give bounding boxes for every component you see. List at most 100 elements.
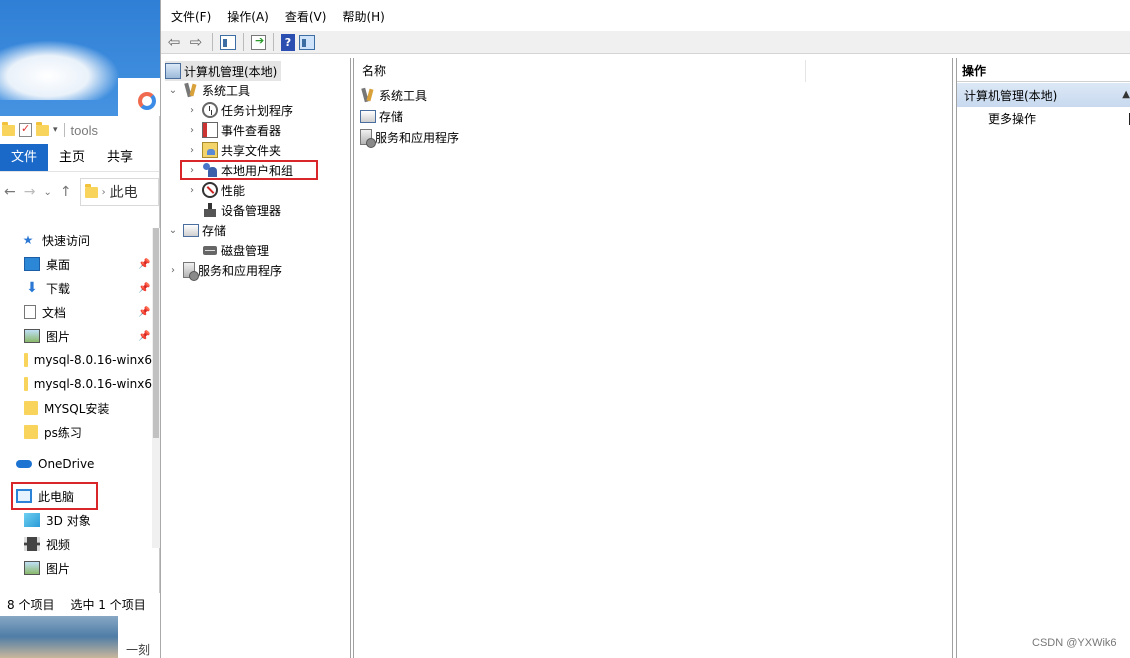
nav-item-folder[interactable]: ps练习 <box>0 420 152 444</box>
chevron-right-icon[interactable]: › <box>186 105 198 116</box>
chevron-right-icon[interactable]: › <box>186 145 198 156</box>
explorer-title: tools <box>70 122 98 138</box>
pin-icon[interactable]: 📌 <box>138 259 150 270</box>
nav-item-folder[interactable]: mysql-8.0.16-winx6 <box>0 372 152 396</box>
nav-onedrive[interactable]: OneDrive <box>0 452 152 476</box>
tools-icon <box>360 87 376 103</box>
chevron-right-icon[interactable]: › <box>186 125 198 136</box>
ribbon-tab-home[interactable]: 主页 <box>48 144 96 171</box>
services-icon <box>360 129 376 148</box>
nav-label: ps练习 <box>44 425 82 440</box>
action-more-actions[interactable]: 更多操作 <box>988 110 1036 128</box>
list-item-storage[interactable]: 存储 <box>360 106 403 126</box>
nav-quick-access[interactable]: ★ 快速访问 <box>0 228 152 252</box>
up-arrow-icon[interactable]: ↑ <box>60 184 72 200</box>
recent-locations-icon[interactable]: ⌄ <box>43 187 51 198</box>
export-list-icon[interactable] <box>251 34 266 50</box>
computer-management-icon <box>165 63 181 79</box>
nav-item-videos[interactable]: 视频 <box>0 532 152 556</box>
list-item-services-apps[interactable]: 服务和应用程序 <box>360 127 460 148</box>
address-text: 此电 <box>109 185 138 201</box>
tree-item-event-viewer[interactable]: › 事件查看器 <box>186 120 281 140</box>
list-item-system-tools[interactable]: 系统工具 <box>360 85 427 105</box>
tree-item-shared-folders[interactable]: › 共享文件夹 <box>186 140 281 160</box>
chevron-down-icon[interactable]: ▾ <box>53 125 58 135</box>
tree-label: 系统工具 <box>202 83 251 98</box>
chevron-right-icon[interactable]: › <box>186 185 198 196</box>
pin-icon[interactable]: 📌 <box>138 307 150 318</box>
actions-section-computer-management[interactable]: 计算机管理(本地) ▲ <box>957 83 1130 107</box>
forward-arrow-icon[interactable]: → <box>24 184 36 200</box>
ribbon-tab-share[interactable]: 共享 <box>96 144 144 171</box>
toolbar-divider <box>243 33 244 51</box>
show-hide-tree-icon[interactable] <box>220 34 236 50</box>
ribbon-tab-file[interactable]: 文件 <box>0 144 49 171</box>
nav-label: 3D 对象 <box>46 513 91 528</box>
list-item-label: 存储 <box>379 109 404 124</box>
menu-view[interactable]: 查看(V) <box>285 6 327 27</box>
menu-help[interactable]: 帮助(H) <box>342 6 384 27</box>
status-item-count: 8 个项目 <box>7 598 55 612</box>
chevron-down-icon[interactable]: ⌄ <box>167 85 179 96</box>
onedrive-cloud-icon <box>16 460 32 468</box>
show-hide-action-pane-icon[interactable] <box>299 34 315 50</box>
desktop-app-logo-icon[interactable] <box>138 92 156 110</box>
menu-file[interactable]: 文件(F) <box>171 6 211 27</box>
properties-icon[interactable] <box>19 122 32 137</box>
pin-icon[interactable]: 📌 <box>138 283 150 294</box>
nav-item-pictures[interactable]: 图片 📌 <box>0 324 152 348</box>
nav-item-pictures[interactable]: 图片 <box>0 556 152 580</box>
folder-icon[interactable] <box>2 121 15 136</box>
help-icon[interactable]: ? <box>281 33 295 51</box>
desktop-icon <box>24 257 40 271</box>
back-arrow-icon[interactable]: ← <box>4 184 16 200</box>
scrollbar-thumb[interactable] <box>153 228 159 438</box>
nav-item-desktop[interactable]: 桌面 📌 <box>0 252 152 276</box>
column-header-name[interactable]: 名称 <box>354 60 806 82</box>
event-log-icon <box>202 122 218 138</box>
address-bar[interactable]: › 此电 <box>79 178 159 206</box>
tree-label: 性能 <box>221 183 246 198</box>
collapse-triangle-icon[interactable]: ▲ <box>1122 89 1130 100</box>
list-item-label: 系统工具 <box>379 88 428 103</box>
menu-action[interactable]: 操作(A) <box>227 6 269 27</box>
watermark: CSDN @YXWik6 <box>1032 637 1117 649</box>
highlight-box-this-pc <box>11 482 98 510</box>
list-item-label: 服务和应用程序 <box>375 130 460 145</box>
nav-item-3d-objects[interactable]: 3D 对象 <box>0 508 152 532</box>
nav-item-documents[interactable]: 文档 📌 <box>0 300 152 324</box>
tools-icon <box>183 82 199 98</box>
actions-pane: 操作 计算机管理(本地) ▲ 更多操作 <box>956 58 1130 658</box>
explorer-statusbar: 8 个项目 选中 1 个项目 <box>0 593 160 616</box>
tree-item-system-tools[interactable]: ⌄ 系统工具 <box>167 80 250 100</box>
back-arrow-icon[interactable]: ⇦ <box>165 33 183 51</box>
explorer-scrollbar[interactable] <box>152 228 160 548</box>
menu-bar: 文件(F) 操作(A) 查看(V) 帮助(H) <box>161 0 1130 33</box>
forward-arrow-icon[interactable]: ⇨ <box>187 33 205 51</box>
tree-item-disk-management[interactable]: 磁盘管理 <box>202 240 269 260</box>
tree-item-task-scheduler[interactable]: › 任务计划程序 <box>186 100 293 120</box>
chevron-right-icon[interactable]: › <box>167 265 179 276</box>
clock-icon <box>202 102 218 118</box>
folder-icon <box>24 377 28 391</box>
tree-item-performance[interactable]: › 性能 <box>186 180 245 200</box>
nav-label: 快速访问 <box>42 233 91 248</box>
new-folder-icon[interactable] <box>36 121 49 136</box>
tree-root-computer-management[interactable]: 计算机管理(本地) <box>165 61 282 81</box>
tree-item-storage[interactable]: ⌄ 存储 <box>167 220 226 240</box>
nav-item-downloads[interactable]: ⬇ 下载 📌 <box>0 276 152 300</box>
tree-item-device-manager[interactable]: 设备管理器 <box>202 200 281 220</box>
chevron-down-icon[interactable]: ⌄ <box>167 225 179 236</box>
folder-icon <box>24 353 28 367</box>
nav-label: MYSQL安装 <box>44 401 110 416</box>
nav-label: 文档 <box>42 305 67 320</box>
nav-label: 视频 <box>46 537 71 552</box>
nav-item-folder[interactable]: MYSQL安装 <box>0 396 152 420</box>
shared-folder-icon <box>202 142 218 158</box>
nav-item-folder[interactable]: mysql-8.0.16-winx6 <box>0 348 152 372</box>
console-tree-pane: 计算机管理(本地) ⌄ 系统工具 › 任务计划程序 › 事件查看器 › 共享文件… <box>161 58 351 658</box>
disk-icon <box>202 242 218 258</box>
pin-icon[interactable]: 📌 <box>138 331 150 342</box>
tree-item-services-apps[interactable]: › 服务和应用程序 <box>167 260 282 281</box>
column-header-empty[interactable] <box>806 60 952 82</box>
